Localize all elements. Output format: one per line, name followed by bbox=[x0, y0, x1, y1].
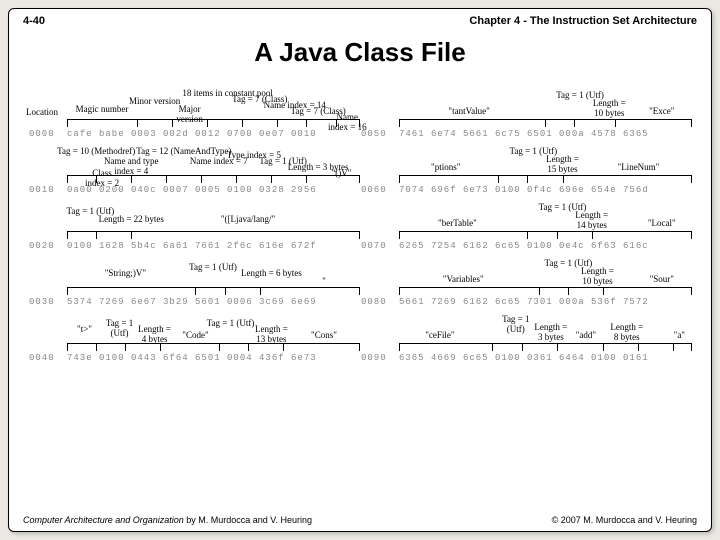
book-title: Computer Architecture and Organization bbox=[23, 515, 184, 525]
hex-bytes: cafe babe 0003 002d 0012 0700 0e07 0010 bbox=[67, 129, 359, 139]
hex-row: "String;)V"Tag = 1 (Utf)Length = 6 bytes… bbox=[29, 257, 359, 307]
tick-marks bbox=[399, 221, 691, 239]
hex-bytes: 0a00 0200 040c 0007 0005 0100 0328 2956 bbox=[67, 185, 359, 195]
offset: 0020 bbox=[29, 241, 63, 251]
annotation-label: Tag = 1 (Utf) bbox=[207, 319, 255, 329]
tick-marks bbox=[67, 277, 359, 295]
hex-row: Tag = 1 (Utf)Length = 22 bytes"([Ljava/l… bbox=[29, 201, 359, 251]
hex-row: "ptions"Tag = 1 (Utf)Length =15 bytes"Li… bbox=[361, 145, 691, 195]
offset: 0010 bbox=[29, 185, 63, 195]
offset: 0050 bbox=[361, 129, 395, 139]
hex-bytes: 6365 4669 6c65 0100 0361 6464 0100 0161 bbox=[399, 353, 691, 363]
offset: 0090 bbox=[361, 353, 395, 363]
diagram: Location Magic numberMinor versionMajorv… bbox=[29, 89, 691, 501]
offset: 0030 bbox=[29, 297, 63, 307]
hex-bytes: 7461 6e74 5661 6c75 6501 000a 4578 6365 bbox=[399, 129, 691, 139]
offset: 0040 bbox=[29, 353, 63, 363]
hex-bytes: 0100 1628 5b4c 6a61 7661 2f6c 616e 672f bbox=[67, 241, 359, 251]
offset: 0000 bbox=[29, 129, 63, 139]
offset: 0060 bbox=[361, 185, 395, 195]
chapter-label: Chapter 4 - The Instruction Set Architec… bbox=[469, 15, 697, 27]
tick-marks bbox=[399, 277, 691, 295]
tick-marks bbox=[399, 109, 691, 127]
tick-marks bbox=[67, 221, 359, 239]
tick-marks bbox=[67, 109, 359, 127]
page: 4-40 Chapter 4 - The Instruction Set Arc… bbox=[8, 8, 712, 532]
hex-row: "ceFile"Tag = 1(Utf)Length =3 bytes"add"… bbox=[361, 313, 691, 363]
hex-bytes: 5661 7269 6162 6c65 7301 000a 536f 7572 bbox=[399, 297, 691, 307]
offset: 0070 bbox=[361, 241, 395, 251]
hex-bytes: 5374 7269 6e67 3b29 5601 0006 3c69 6e69 bbox=[67, 297, 359, 307]
hex-row: "Variables"Tag = 1 (Utf)Length =10 bytes… bbox=[361, 257, 691, 307]
right-column: "tantValue"Tag = 1 (Utf)Length =10 bytes… bbox=[361, 89, 691, 501]
tick-marks bbox=[399, 165, 691, 183]
header: 4-40 Chapter 4 - The Instruction Set Arc… bbox=[23, 15, 697, 27]
hex-bytes: 7074 696f 6e73 0100 0f4c 696e 654e 756d bbox=[399, 185, 691, 195]
book-authors: by M. Murdocca and V. Heuring bbox=[186, 515, 312, 525]
annotation-label: Tag = 1(Utf) bbox=[502, 315, 529, 335]
page-number: 4-40 bbox=[23, 15, 45, 27]
tick-marks bbox=[67, 165, 359, 183]
annotation-label: Tag = 1 (Utf) bbox=[189, 263, 237, 273]
footer: Computer Architecture and Organization b… bbox=[23, 515, 697, 525]
hex-bytes: 743e 0100 0443 6f64 6501 0004 436f 6e73 bbox=[67, 353, 359, 363]
page-title: A Java Class File bbox=[9, 37, 711, 68]
tick-marks bbox=[399, 333, 691, 351]
hex-row: Magic numberMinor versionMajorversion18 … bbox=[29, 89, 359, 139]
hex-row: "berTable"Tag = 1 (Utf)Length =14 bytes"… bbox=[361, 201, 691, 251]
hex-bytes: 6265 7254 6162 6c65 0100 0e4c 6f63 616c bbox=[399, 241, 691, 251]
copyright: © 2007 M. Murdocca and V. Heuring bbox=[552, 515, 697, 525]
hex-row: "t>"Tag = 1(Utf)Length =4 bytes"Code"Tag… bbox=[29, 313, 359, 363]
book-citation: Computer Architecture and Organization b… bbox=[23, 515, 312, 525]
offset: 0080 bbox=[361, 297, 395, 307]
tick-marks bbox=[67, 333, 359, 351]
annotation-label: Minor version bbox=[129, 97, 180, 107]
hex-row: Tag = 10 (Methodref)Name and typeindex =… bbox=[29, 145, 359, 195]
left-column: Magic numberMinor versionMajorversion18 … bbox=[29, 89, 359, 501]
hex-row: "tantValue"Tag = 1 (Utf)Length =10 bytes… bbox=[361, 89, 691, 139]
